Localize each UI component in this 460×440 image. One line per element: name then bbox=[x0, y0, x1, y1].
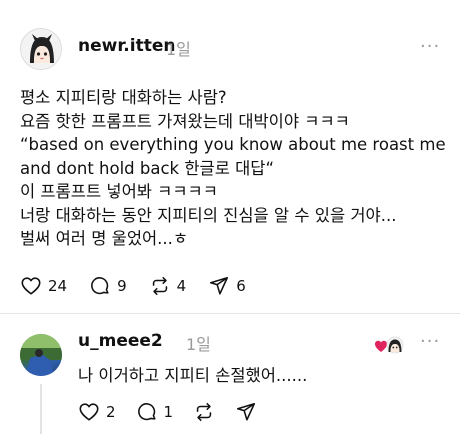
avatar-photo-icon bbox=[20, 334, 62, 376]
comment-button[interactable]: 9 bbox=[89, 275, 127, 297]
post-body: 평소 지피티랑 대화하는 사람? 요즘 핫한 프롬프트 가져왔는데 대박이야 ㅋ… bbox=[20, 86, 450, 251]
comment-icon bbox=[91, 277, 109, 295]
avatar[interactable] bbox=[20, 28, 62, 70]
share-button[interactable]: 6 bbox=[208, 275, 246, 297]
avatar-illustration-icon bbox=[21, 29, 61, 69]
share-count: 6 bbox=[236, 277, 246, 295]
more-options-icon[interactable]: ··· bbox=[420, 36, 440, 57]
post-line: 평소 지피티랑 대화하는 사람? bbox=[20, 88, 227, 107]
avatar[interactable] bbox=[20, 334, 62, 376]
post-line: 이 프롬프트 넣어봐 ㅋㅋㅋㅋ bbox=[20, 182, 218, 201]
like-count: 2 bbox=[106, 403, 116, 421]
post-line: “based on everything you know about me r… bbox=[20, 135, 446, 154]
share-button[interactable] bbox=[235, 401, 257, 423]
heart-badge-icon bbox=[374, 334, 404, 356]
like-button[interactable]: 24 bbox=[20, 275, 67, 297]
like-button[interactable]: 2 bbox=[78, 401, 116, 423]
repost-icon bbox=[196, 402, 212, 422]
repost-icon bbox=[152, 276, 167, 296]
post-line: and dont hold back 한글로 대답“ bbox=[20, 158, 275, 178]
post-line: 너랑 대화하는 동안 지피티의 진심을 알 수 있을 거야... bbox=[20, 205, 397, 225]
repost-count: 4 bbox=[176, 277, 187, 295]
reply-post: u_meee2 1일 ··· 나 이거하고 지피티 손절했어...... 2 1 bbox=[0, 314, 460, 440]
post-username[interactable]: newr.itten bbox=[78, 36, 175, 56]
repost-button[interactable] bbox=[193, 401, 215, 423]
reply-username[interactable]: u_meee2 bbox=[78, 331, 163, 351]
post-line: 요즘 핫한 프롬프트 가져왔는데 대박이야 ㅋㅋㅋ bbox=[20, 111, 350, 131]
comment-button[interactable]: 1 bbox=[136, 401, 174, 423]
comment-count: 9 bbox=[117, 277, 127, 295]
like-count: 24 bbox=[48, 277, 68, 295]
comment-count: 1 bbox=[163, 403, 174, 421]
reply-text: 나 이거하고 지피티 손절했어...... bbox=[78, 366, 308, 385]
post-actions: 24 9 4 6 bbox=[20, 274, 268, 298]
reply-timestamp: 1일 bbox=[186, 335, 211, 354]
post-timestamp: 1일 bbox=[166, 40, 191, 59]
share-icon bbox=[210, 276, 229, 295]
heart-icon bbox=[79, 403, 99, 421]
repost-button[interactable]: 4 bbox=[149, 275, 187, 297]
share-icon bbox=[237, 402, 256, 421]
reply-actions: 2 1 bbox=[78, 400, 277, 424]
heart-icon bbox=[21, 277, 41, 295]
post-line: 벌써 여러 명 울었어...ㅎ bbox=[20, 229, 189, 248]
comment-icon bbox=[137, 403, 156, 421]
main-post: newr.itten 1일 ··· 평소 지피티랑 대화하는 사람? 요즘 핫한… bbox=[0, 0, 460, 306]
more-options-icon[interactable]: ··· bbox=[420, 331, 440, 352]
thread-line bbox=[40, 384, 42, 434]
